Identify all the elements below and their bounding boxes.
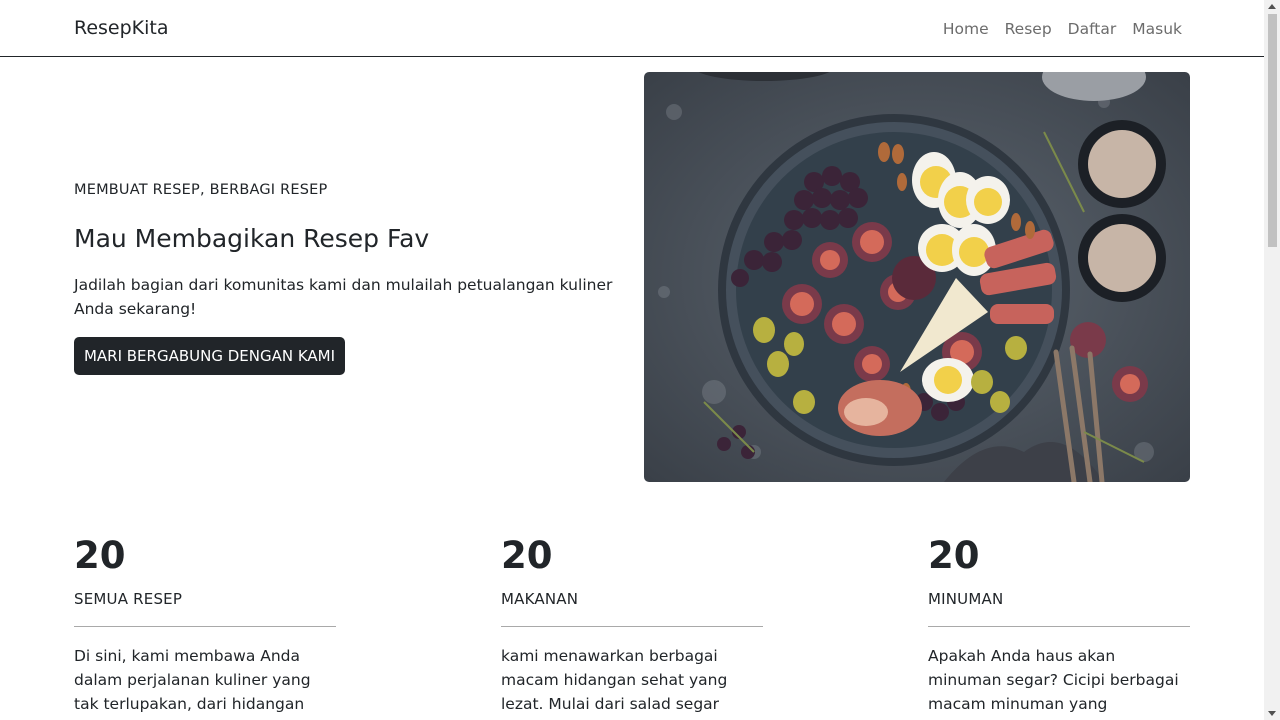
stat-description: Di sini, kami membawa Anda dalam perjala… [74, 647, 311, 720]
nav-link-daftar[interactable]: Daftar [1068, 20, 1117, 38]
stat-minuman: 20 MINUMAN Apakah Anda haus akan minuman… [928, 532, 1190, 720]
stat-label: MAKANAN [501, 590, 579, 608]
page-scrollbar[interactable] [1264, 0, 1280, 720]
nav-link-home[interactable]: Home [943, 20, 989, 38]
stat-label: SEMUA RESEP [74, 590, 183, 608]
divider [928, 626, 1190, 627]
scroll-up-arrow-icon[interactable] [1268, 4, 1276, 9]
stat-number: 20 [928, 534, 980, 577]
nav-link-masuk[interactable]: Masuk [1132, 20, 1182, 38]
stat-makanan: 20 MAKANAN kami menawarkan berbagai maca… [501, 532, 763, 720]
hero-title: Mau Membagikan Resep Fav [74, 224, 430, 253]
stat-label: MINUMAN [928, 590, 1004, 608]
divider [501, 626, 763, 627]
navbar: ResepKita Home Resep Daftar Masuk [0, 0, 1264, 57]
stat-number: 20 [74, 534, 126, 577]
stat-number: 20 [501, 534, 553, 577]
scroll-thumb[interactable] [1268, 14, 1277, 247]
stat-semua-resep: 20 SEMUA RESEP Di sini, kami membawa And… [74, 532, 336, 720]
stat-description: Apakah Anda haus akan minuman segar? Cic… [928, 647, 1179, 720]
join-button[interactable]: MARI BERGABUNG DENGAN KAMI [74, 337, 345, 375]
nav-links: Home Resep Daftar Masuk [927, 20, 1182, 38]
nav-link-resep[interactable]: Resep [1005, 20, 1052, 38]
stat-description: kami menawarkan berbagai macam hidangan … [501, 647, 728, 720]
scroll-down-arrow-icon[interactable] [1268, 711, 1276, 716]
brand-logo[interactable]: ResepKita [74, 17, 169, 39]
hero-food-image [644, 72, 1190, 482]
divider [74, 626, 336, 627]
hero-kicker: MEMBUAT RESEP, BERBAGI RESEP [74, 182, 328, 198]
hero-text: Jadilah bagian dari komunitas kami dan m… [74, 276, 613, 318]
